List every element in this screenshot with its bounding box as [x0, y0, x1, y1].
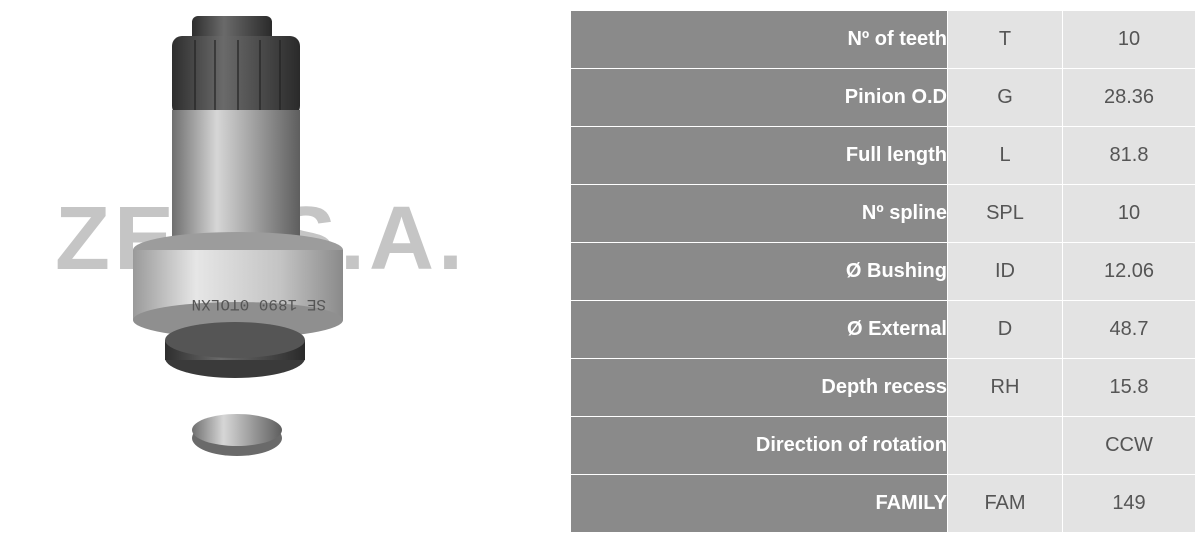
spec-value: 81.8 — [1062, 126, 1196, 185]
product-image-area: ZEN S.A. SE 1890 0TOLXN — [0, 0, 560, 521]
spec-row: Pinion O.D G 28.36 — [570, 68, 1196, 127]
spec-row: Ø Bushing ID 12.06 — [570, 242, 1196, 301]
spec-row: Depth recess RH 15.8 — [570, 358, 1196, 417]
spec-code: SPL — [947, 184, 1063, 243]
spec-label: Ø External — [570, 300, 948, 359]
spec-row: Nº spline SPL 10 — [570, 184, 1196, 243]
spec-code: D — [947, 300, 1063, 359]
spec-label: Nº of teeth — [570, 10, 948, 69]
spec-value: 28.36 — [1062, 68, 1196, 127]
spec-label: Depth recess — [570, 358, 948, 417]
spec-code: G — [947, 68, 1063, 127]
spec-code: FAM — [947, 474, 1063, 533]
spec-value: CCW — [1062, 416, 1196, 475]
spec-label: Pinion O.D — [570, 68, 948, 127]
spec-value: 15.8 — [1062, 358, 1196, 417]
svg-text:SE 1890 0TOLXN: SE 1890 0TOLXN — [192, 295, 326, 313]
spec-code: ID — [947, 242, 1063, 301]
spec-code: RH — [947, 358, 1063, 417]
spec-label: Direction of rotation — [570, 416, 948, 475]
starter-drive-image: SE 1890 0TOLXN — [133, 16, 343, 456]
spec-row: Ø External D 48.7 — [570, 300, 1196, 359]
spec-code — [947, 416, 1063, 475]
spec-label: FAMILY — [570, 474, 948, 533]
spec-code: T — [947, 10, 1063, 69]
spec-code: L — [947, 126, 1063, 185]
spec-row: FAMILY FAM 149 — [570, 474, 1196, 533]
spec-value: 10 — [1062, 10, 1196, 69]
specs-table: Nº of teeth T 10 Pinion O.D G 28.36 Full lengt… — [570, 10, 1196, 533]
spec-label: Nº spline — [570, 184, 948, 243]
spec-value: 48.7 — [1062, 300, 1196, 359]
spec-value: 149 — [1062, 474, 1196, 533]
spec-value: 12.06 — [1062, 242, 1196, 301]
spec-row: Direction of rotation CCW — [570, 416, 1196, 475]
spec-label: Ø Bushing — [570, 242, 948, 301]
spec-row: Full length L 81.8 — [570, 126, 1196, 185]
spec-value: 10 — [1062, 184, 1196, 243]
spec-row: Nº of teeth T 10 — [570, 10, 1196, 69]
spec-label: Full length — [570, 126, 948, 185]
